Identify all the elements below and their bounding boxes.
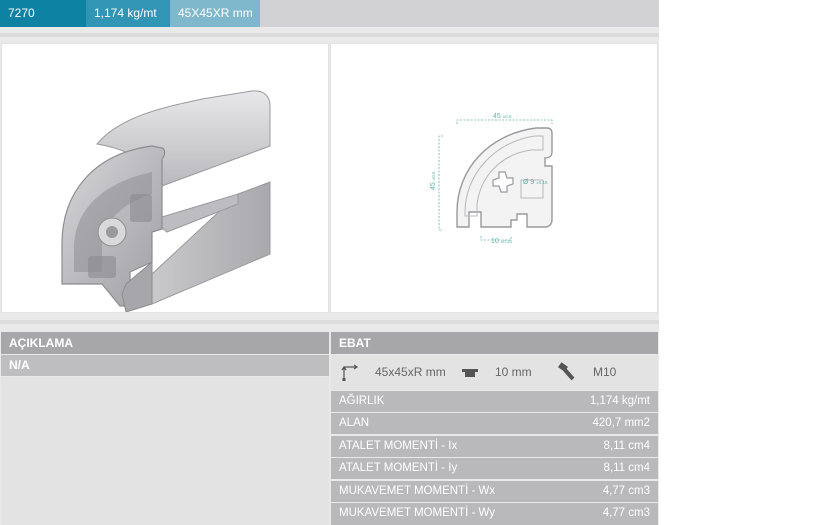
spec-value: 420,7 mm2 [592,417,650,429]
slot-value: 10 mm [495,365,532,379]
description-value: N/A [1,355,329,376]
bolt-value: M10 [593,365,617,379]
spec-row: MUKAVEMET MOMENTİ - Wy 4,77 cm3 [331,503,658,525]
spec-row: ALAN 420,7 mm2 [331,413,658,434]
divider [0,33,659,37]
divider [0,320,659,324]
spec-label: ATALET MOMENTİ - Iy [339,462,458,474]
specs-header: EBAT [331,332,658,354]
spec-label: ATALET MOMENTİ - Ix [339,440,458,452]
product-header: 7270 1,174 kg/mt 45X45XR mm [0,0,659,27]
spec-label: ALAN [339,417,370,429]
profile-cross-section-drawing: 45 ±0.5 45±0.5 Ø 9 ±0.15 10 ±0.25 [430,113,553,245]
profile-technical-drawing[interactable]: 45 ±0.5 45±0.5 Ø 9 ±0.15 10 ±0.25 [330,43,658,313]
bolt-icon [558,362,575,381]
description-body [1,377,329,525]
height-dimension-label: 45±0.5 [430,171,437,190]
spec-value: 4,77 cm3 [602,485,650,497]
spec-row: AĞIRLIK 1,174 kg/mt [331,391,658,412]
profile-3d-image[interactable] [1,43,329,313]
slot-dimension-label: 10 ±0.25 [491,238,513,245]
width-dimension-label: 45 ±0.5 [493,113,512,120]
dimension-value: 45x45xR mm [375,365,446,379]
slot-nut-icon [462,369,478,377]
dimension-icon [341,364,359,381]
spec-row: MUKAVEMET MOMENTİ - Wx 4,77 cm3 [331,481,658,502]
spec-row: ATALET MOMENTİ - Ix 8,11 cm4 [331,436,658,457]
spec-label: MUKAVEMET MOMENTİ - Wx [339,485,496,497]
profile-3d-illustration [61,90,271,313]
spec-row: ATALET MOMENTİ - Iy 8,11 cm4 [331,458,658,479]
product-size: 45X45XR mm [170,0,260,27]
product-card: 7270 1,174 kg/mt 45X45XR mm 45 ±0.5 45±0… [0,0,659,525]
dimension-summary: 45x45xR mm 10 mm M10 [331,355,658,390]
spec-label: AĞIRLIK [339,395,385,407]
product-code: 7270 [0,0,86,27]
hole-dimension-label: Ø 9 ±0.15 [523,179,548,186]
product-weight: 1,174 kg/mt [86,0,170,27]
spec-label: MUKAVEMET MOMENTİ - Wy [339,507,495,519]
spec-value: 8,11 cm4 [603,440,650,452]
description-header: AÇIKLAMA [1,332,329,354]
spec-value: 8,11 cm4 [603,462,650,474]
spec-value: 1,174 kg/mt [589,395,650,407]
spec-value: 4,77 cm3 [602,507,650,519]
